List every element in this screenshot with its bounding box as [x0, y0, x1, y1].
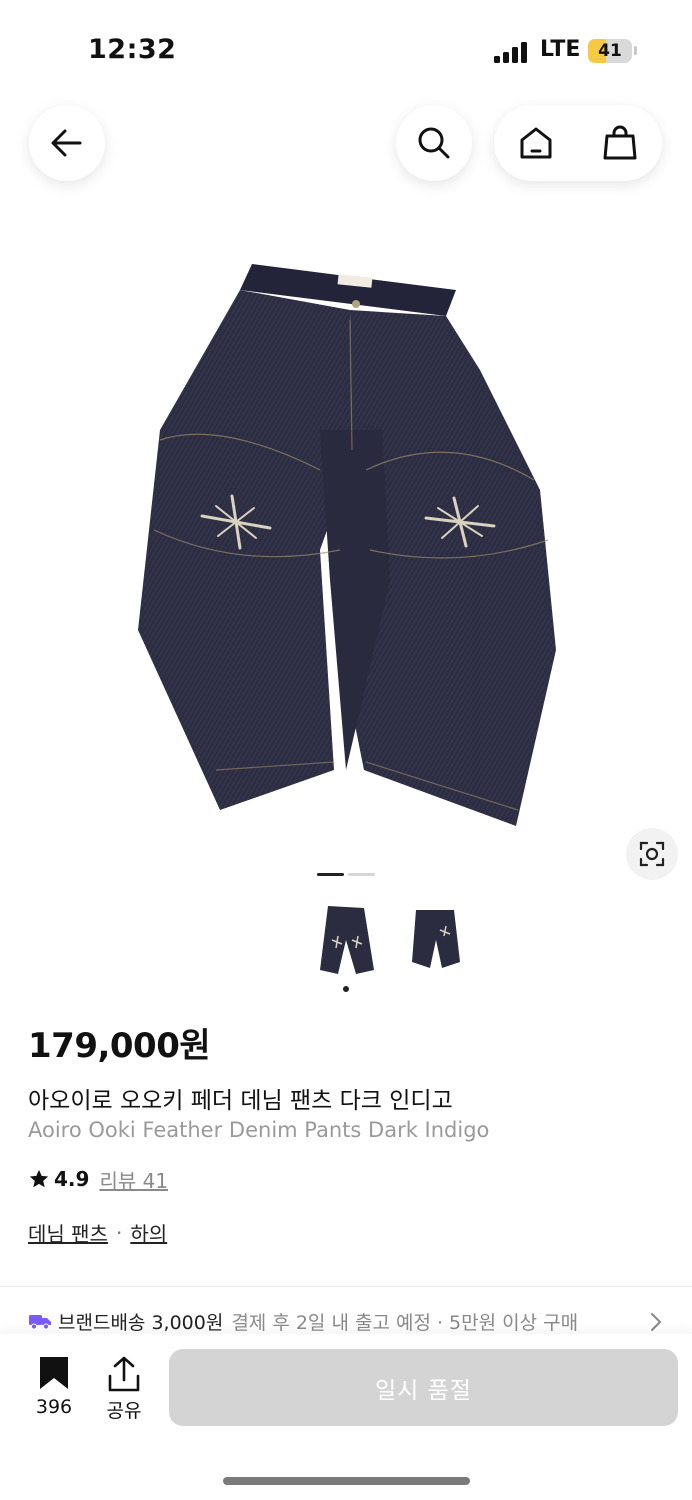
network-label: LTE	[540, 37, 581, 62]
lens-search-icon	[639, 841, 665, 867]
shipping-info[interactable]: 브랜드배송 3,000원 결제 후 2일 내 출고 예정 · 5만원 이상 구매	[28, 1306, 668, 1336]
image-indicator-active	[317, 873, 344, 876]
sold-out-button[interactable]: 일시 품절	[169, 1349, 678, 1426]
share-button[interactable]: 공유	[96, 1354, 152, 1424]
star-icon	[29, 1169, 49, 1188]
shipping-detail: 결제 후 2일 내 출고 예정 · 5만원 이상 구매	[231, 1311, 579, 1334]
truck-icon	[29, 1315, 51, 1330]
product-name-en: Aoiro Ooki Feather Denim Pants Dark Indi…	[28, 1118, 490, 1142]
bookmark-icon	[40, 1357, 68, 1389]
product-name-ko: 아오이로 오오키 페더 데님 팬츠 다크 인디고	[28, 1088, 453, 1114]
nav-action-group	[494, 105, 662, 181]
home-icon	[520, 127, 552, 159]
category-separator: ·	[115, 1220, 123, 1245]
share-icon	[108, 1356, 140, 1392]
review-link[interactable]: 리뷰 41	[99, 1165, 168, 1194]
shipping-brand-fee: 브랜드배송 3,000원	[58, 1311, 224, 1334]
thumbnail-front[interactable]	[316, 900, 376, 978]
bookmark-button[interactable]: 396	[26, 1354, 82, 1424]
shopping-bag-icon	[603, 125, 637, 160]
battery-cap	[634, 46, 637, 55]
status-bar: 12:32 LTE 41	[0, 0, 692, 100]
category-link-bottoms[interactable]: 하의	[130, 1218, 167, 1247]
battery-icon: 41	[588, 39, 632, 63]
category-link-denim-pants[interactable]: 데님 팬츠	[28, 1218, 108, 1247]
product-price: 179,000원	[28, 1026, 211, 1066]
thumbnail-selected-dot	[343, 986, 349, 992]
back-button[interactable]	[29, 105, 105, 181]
chevron-right-icon	[651, 1313, 661, 1331]
search-button[interactable]	[396, 105, 472, 181]
status-time: 12:32	[88, 34, 177, 65]
signal-icon	[494, 41, 528, 63]
share-label: 공유	[106, 1400, 142, 1422]
home-indicator	[223, 1477, 470, 1485]
product-image[interactable]	[120, 250, 572, 840]
section-divider	[0, 1286, 692, 1287]
arrow-left-icon	[51, 129, 82, 157]
search-icon	[418, 127, 450, 159]
battery-level: 41	[598, 41, 622, 61]
thumbnail-back[interactable]	[406, 900, 466, 978]
home-button[interactable]	[494, 105, 578, 181]
category-breadcrumb: 데님 팬츠 · 하의	[28, 1218, 167, 1247]
rating-value: 4.9	[54, 1167, 90, 1191]
lens-search-button[interactable]	[626, 828, 678, 880]
cart-button[interactable]	[578, 105, 662, 181]
bookmark-count: 396	[35, 1396, 73, 1418]
rating-row: 4.9 리뷰 41	[28, 1165, 168, 1193]
image-indicator	[348, 873, 375, 876]
